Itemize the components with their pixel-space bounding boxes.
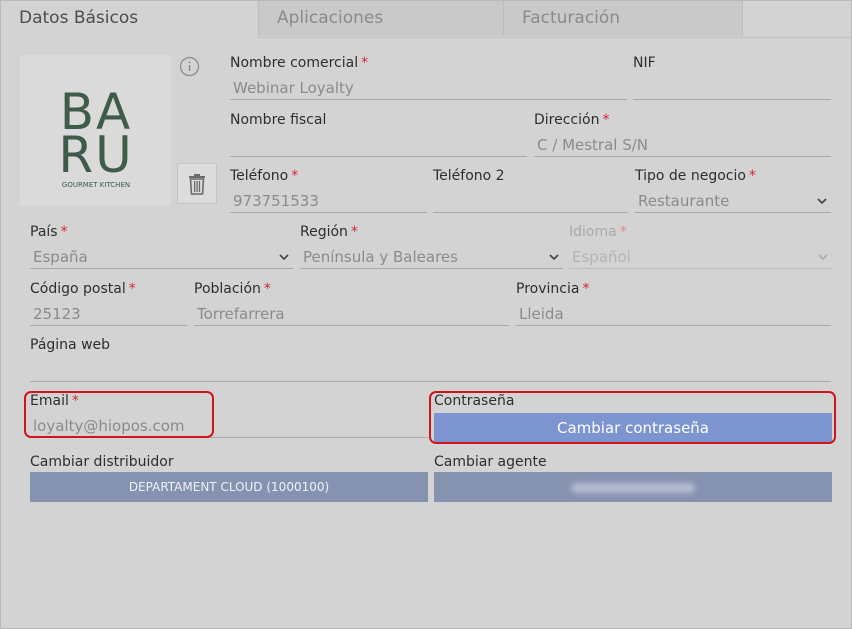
idioma-label: Idioma * <box>569 224 627 240</box>
change-agent-button[interactable] <box>434 472 832 502</box>
info-icon[interactable] <box>179 56 200 77</box>
tipo-negocio-label: Tipo de negocio * <box>635 168 756 184</box>
cambiar-distribuidor-label: Cambiar distribuidor <box>30 454 174 470</box>
nombre-fiscal-input[interactable] <box>230 133 527 157</box>
pagina-web-label: Página web <box>30 337 111 353</box>
codigo-postal-input[interactable]: 25123 <box>30 302 187 326</box>
direccion-label: Dirección * <box>534 112 610 128</box>
nif-label: NIF <box>633 55 656 71</box>
poblacion-label: Población * <box>194 281 271 297</box>
basic-data-panel: Datos Básicos Aplicaciones Facturación B… <box>0 0 852 629</box>
baru-logo-image: BA RU GOURMET KITCHEN <box>58 83 133 189</box>
pais-select[interactable]: España <box>30 245 293 269</box>
chevron-down-icon <box>818 254 828 261</box>
pais-label: País * <box>30 224 68 240</box>
redacted-agent-name <box>571 482 695 493</box>
telefono2-input[interactable] <box>433 189 628 213</box>
business-logo[interactable]: BA RU GOURMET KITCHEN <box>20 55 171 206</box>
nombre-fiscal-label: Nombre fiscal <box>230 112 327 128</box>
tab-aplicaciones[interactable]: Aplicaciones <box>259 1 504 36</box>
telefono-input[interactable]: 973751533 <box>230 189 427 213</box>
nombre-comercial-label: Nombre comercial * <box>230 55 369 71</box>
codigo-postal-label: Código postal * <box>30 281 136 297</box>
idioma-select: Español <box>569 245 832 269</box>
chevron-down-icon <box>817 198 827 205</box>
tipo-negocio-select[interactable]: Restaurante <box>635 189 831 213</box>
nif-input[interactable] <box>633 76 831 100</box>
logo-tagline: GOURMET KITCHEN <box>62 181 130 189</box>
telefono2-label: Teléfono 2 <box>433 168 505 184</box>
region-select[interactable]: Península y Baleares <box>300 245 563 269</box>
chevron-down-icon <box>279 254 289 261</box>
delete-logo-button[interactable] <box>177 163 217 204</box>
chevron-down-icon <box>549 254 559 261</box>
change-distributor-button[interactable]: DEPARTAMENT CLOUD (1000100) <box>30 472 428 502</box>
pais-value: España <box>33 248 88 266</box>
provincia-input[interactable]: Lleida <box>516 302 831 326</box>
logo-letters-bottom: RU <box>58 126 133 184</box>
tipo-negocio-value: Restaurante <box>638 192 730 210</box>
tab-facturacion[interactable]: Facturación <box>504 1 743 36</box>
region-label: Región * <box>300 224 358 240</box>
direccion-input[interactable]: C / Mestral S/N <box>534 133 831 157</box>
trash-icon <box>189 173 205 195</box>
poblacion-input[interactable]: Torrefarrera <box>194 302 509 326</box>
telefono-label: Teléfono * <box>230 168 299 184</box>
password-highlight-box <box>429 391 836 444</box>
nombre-comercial-input[interactable]: Webinar Loyalty <box>230 76 627 100</box>
region-value: Península y Baleares <box>303 248 458 266</box>
tab-datos-basicos[interactable]: Datos Básicos <box>1 1 259 38</box>
pagina-web-input[interactable] <box>30 358 831 382</box>
cambiar-agente-label: Cambiar agente <box>434 454 547 470</box>
tab-bar: Datos Básicos Aplicaciones Facturación <box>1 1 851 38</box>
provincia-label: Provincia * <box>516 281 590 297</box>
email-highlight-box <box>24 391 214 438</box>
idioma-value: Español <box>572 248 631 266</box>
